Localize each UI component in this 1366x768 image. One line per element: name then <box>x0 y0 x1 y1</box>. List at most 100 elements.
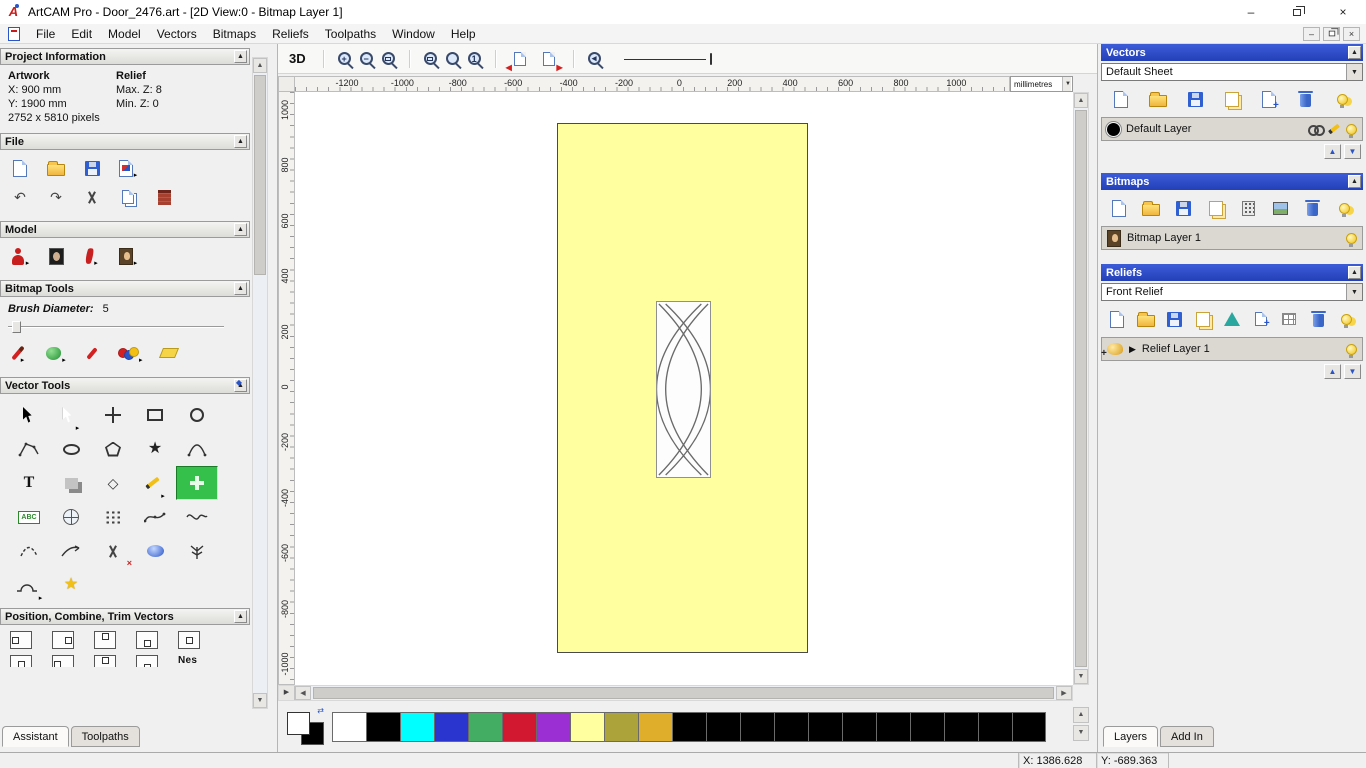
new-model-icon[interactable] <box>10 157 30 179</box>
toggle-relief-visibility-icon[interactable] <box>1332 307 1361 331</box>
merge-layers-icon[interactable] <box>1214 87 1251 111</box>
palette-swatch-15[interactable] <box>842 712 876 742</box>
scrollbar-thumb[interactable] <box>254 75 266 275</box>
pane-splitter-icon[interactable]: ▶ <box>279 686 295 700</box>
create-rectangle-icon[interactable] <box>134 398 176 432</box>
slider-handle[interactable] <box>12 321 21 333</box>
tab-assistant[interactable]: Assistant <box>2 726 69 747</box>
create-arc-icon[interactable] <box>176 432 218 466</box>
paste-array-icon[interactable] <box>92 500 134 534</box>
relief-layer-row[interactable]: ▶ Relief Layer 1 <box>1101 337 1363 361</box>
primary-colour-swatch[interactable] <box>287 712 310 735</box>
palette-swatch-18[interactable] <box>944 712 978 742</box>
centreline-icon[interactable] <box>176 534 218 568</box>
redo-icon[interactable]: ↷ <box>46 186 66 208</box>
menu-help[interactable]: Help <box>443 25 484 43</box>
create-ellipse-icon[interactable] <box>50 432 92 466</box>
delete-bitmap-layer-icon[interactable] <box>1297 196 1329 220</box>
flood-fill-icon[interactable]: ▸ <box>46 342 66 364</box>
palette-swatch-2[interactable] <box>400 712 434 742</box>
centre-in-page-icon[interactable] <box>10 655 32 667</box>
menu-edit[interactable]: Edit <box>63 25 100 43</box>
open-relief-layer-icon[interactable] <box>1132 307 1161 331</box>
toggle-all-visibility-icon[interactable] <box>1324 87 1361 111</box>
join-vectors-icon[interactable] <box>50 534 92 568</box>
line-width-slider[interactable] <box>623 51 714 67</box>
slider-handle[interactable] <box>709 52 712 65</box>
undo-icon[interactable]: ↶ <box>10 186 30 208</box>
mdi-restore-button[interactable] <box>1323 26 1340 41</box>
open-model-icon[interactable] <box>46 157 66 179</box>
align-left-icon[interactable] <box>10 631 32 649</box>
palette-swatch-9[interactable] <box>638 712 672 742</box>
brush-diameter-slider[interactable] <box>8 319 224 335</box>
paint-brush-icon[interactable]: ▸ <box>10 342 30 364</box>
scrollbar-thumb[interactable] <box>313 687 1054 699</box>
move-layer-up-icon[interactable]: ▲ <box>1324 364 1341 379</box>
palette-scroll-down-icon[interactable]: ▼ <box>1073 725 1089 741</box>
load-model-icon[interactable]: ▸ <box>10 245 30 267</box>
bitmap-preview-icon[interactable] <box>1264 196 1296 220</box>
mdi-minimize-button[interactable]: – <box>1303 26 1320 41</box>
create-rhombus-icon[interactable]: ◇ <box>92 466 134 500</box>
zoom-objects-icon[interactable] <box>423 52 437 65</box>
delete-relief-layer-icon[interactable] <box>1304 307 1333 331</box>
scroll-down-icon[interactable]: ▼ <box>1074 669 1088 684</box>
scroll-right-icon[interactable]: ▶ <box>1056 686 1072 700</box>
nesting-icon[interactable]: Nes <box>178 655 197 666</box>
move-layer-down-icon[interactable]: ▼ <box>1344 144 1361 159</box>
trim-vectors-icon[interactable]: × <box>92 534 134 568</box>
tab-layers[interactable]: Layers <box>1103 726 1159 747</box>
collapse-section-icon[interactable]: ▲ <box>234 50 247 63</box>
assistant-scrollbar[interactable]: ▲ ▼ <box>252 57 268 709</box>
dropdown-arrow-icon[interactable]: ▼ <box>1346 284 1362 300</box>
eraser-icon[interactable] <box>158 342 179 364</box>
zoom-window-icon[interactable] <box>381 52 395 65</box>
select-vectors-icon[interactable] <box>8 398 50 432</box>
align-centre-icon[interactable] <box>178 631 200 649</box>
door-centre-panel[interactable] <box>656 301 711 478</box>
fit-curve-icon[interactable] <box>134 500 176 534</box>
expand-layer-icon[interactable]: ▶ <box>1129 344 1136 355</box>
menu-bitmaps[interactable]: Bitmaps <box>205 25 264 43</box>
smooth-curve-icon[interactable] <box>176 500 218 534</box>
relief-grid-icon[interactable] <box>1275 307 1304 331</box>
dropdown-arrow-icon[interactable]: ▼ <box>1346 64 1362 80</box>
relief-selector[interactable]: Front Relief ▼ <box>1101 283 1363 301</box>
scroll-left-icon[interactable]: ◀ <box>295 686 311 700</box>
open-vector-layer-icon[interactable] <box>1140 87 1177 111</box>
green-cross-tool-icon[interactable] <box>176 466 218 500</box>
palette-swatch-19[interactable] <box>978 712 1012 742</box>
primary-secondary-colour-icon[interactable]: ⇄ <box>287 706 324 745</box>
new-relief-layer-icon[interactable] <box>1103 307 1132 331</box>
toggle-bitmap-visibility-icon[interactable] <box>1329 196 1361 220</box>
colour-palette-icon[interactable]: ▸ <box>118 342 143 364</box>
zoom-fit-icon[interactable] <box>445 52 459 65</box>
save-vector-layer-icon[interactable] <box>1177 87 1214 111</box>
new-sheet-icon[interactable] <box>1250 87 1287 111</box>
align-bottom-icon[interactable] <box>136 631 158 649</box>
collapse-section-icon[interactable]: ▲ <box>1348 175 1361 188</box>
previous-view-icon[interactable]: ◀ <box>506 48 530 72</box>
zoom-previous-icon[interactable]: ◂ <box>587 52 601 65</box>
save-model-icon[interactable] <box>82 157 102 179</box>
collapse-section-icon[interactable]: ▲ <box>234 223 247 236</box>
menu-vectors[interactable]: Vectors <box>149 25 205 43</box>
layer-visibility-icon[interactable] <box>1346 232 1357 247</box>
new-relief-sheet-icon[interactable] <box>1246 307 1275 331</box>
palette-swatch-1[interactable] <box>366 712 400 742</box>
collapse-section-icon[interactable]: ▲ <box>1348 46 1361 59</box>
collapse-section-icon[interactable]: ▲ <box>234 135 247 148</box>
save-relief-layer-icon[interactable] <box>1160 307 1189 331</box>
palette-swatch-17[interactable] <box>910 712 944 742</box>
tab-toolpaths[interactable]: Toolpaths <box>70 726 140 747</box>
palette-swatch-14[interactable] <box>808 712 842 742</box>
create-text-icon[interactable]: T <box>8 466 50 500</box>
menu-reliefs[interactable]: Reliefs <box>264 25 317 43</box>
palette-swatch-4[interactable] <box>468 712 502 742</box>
node-editing-icon[interactable]: ▸ <box>50 398 92 432</box>
menu-window[interactable]: Window <box>384 25 443 43</box>
scroll-down-icon[interactable]: ▼ <box>253 693 267 708</box>
scroll-up-icon[interactable]: ▲ <box>253 58 267 73</box>
palette-swatch-5[interactable] <box>502 712 536 742</box>
